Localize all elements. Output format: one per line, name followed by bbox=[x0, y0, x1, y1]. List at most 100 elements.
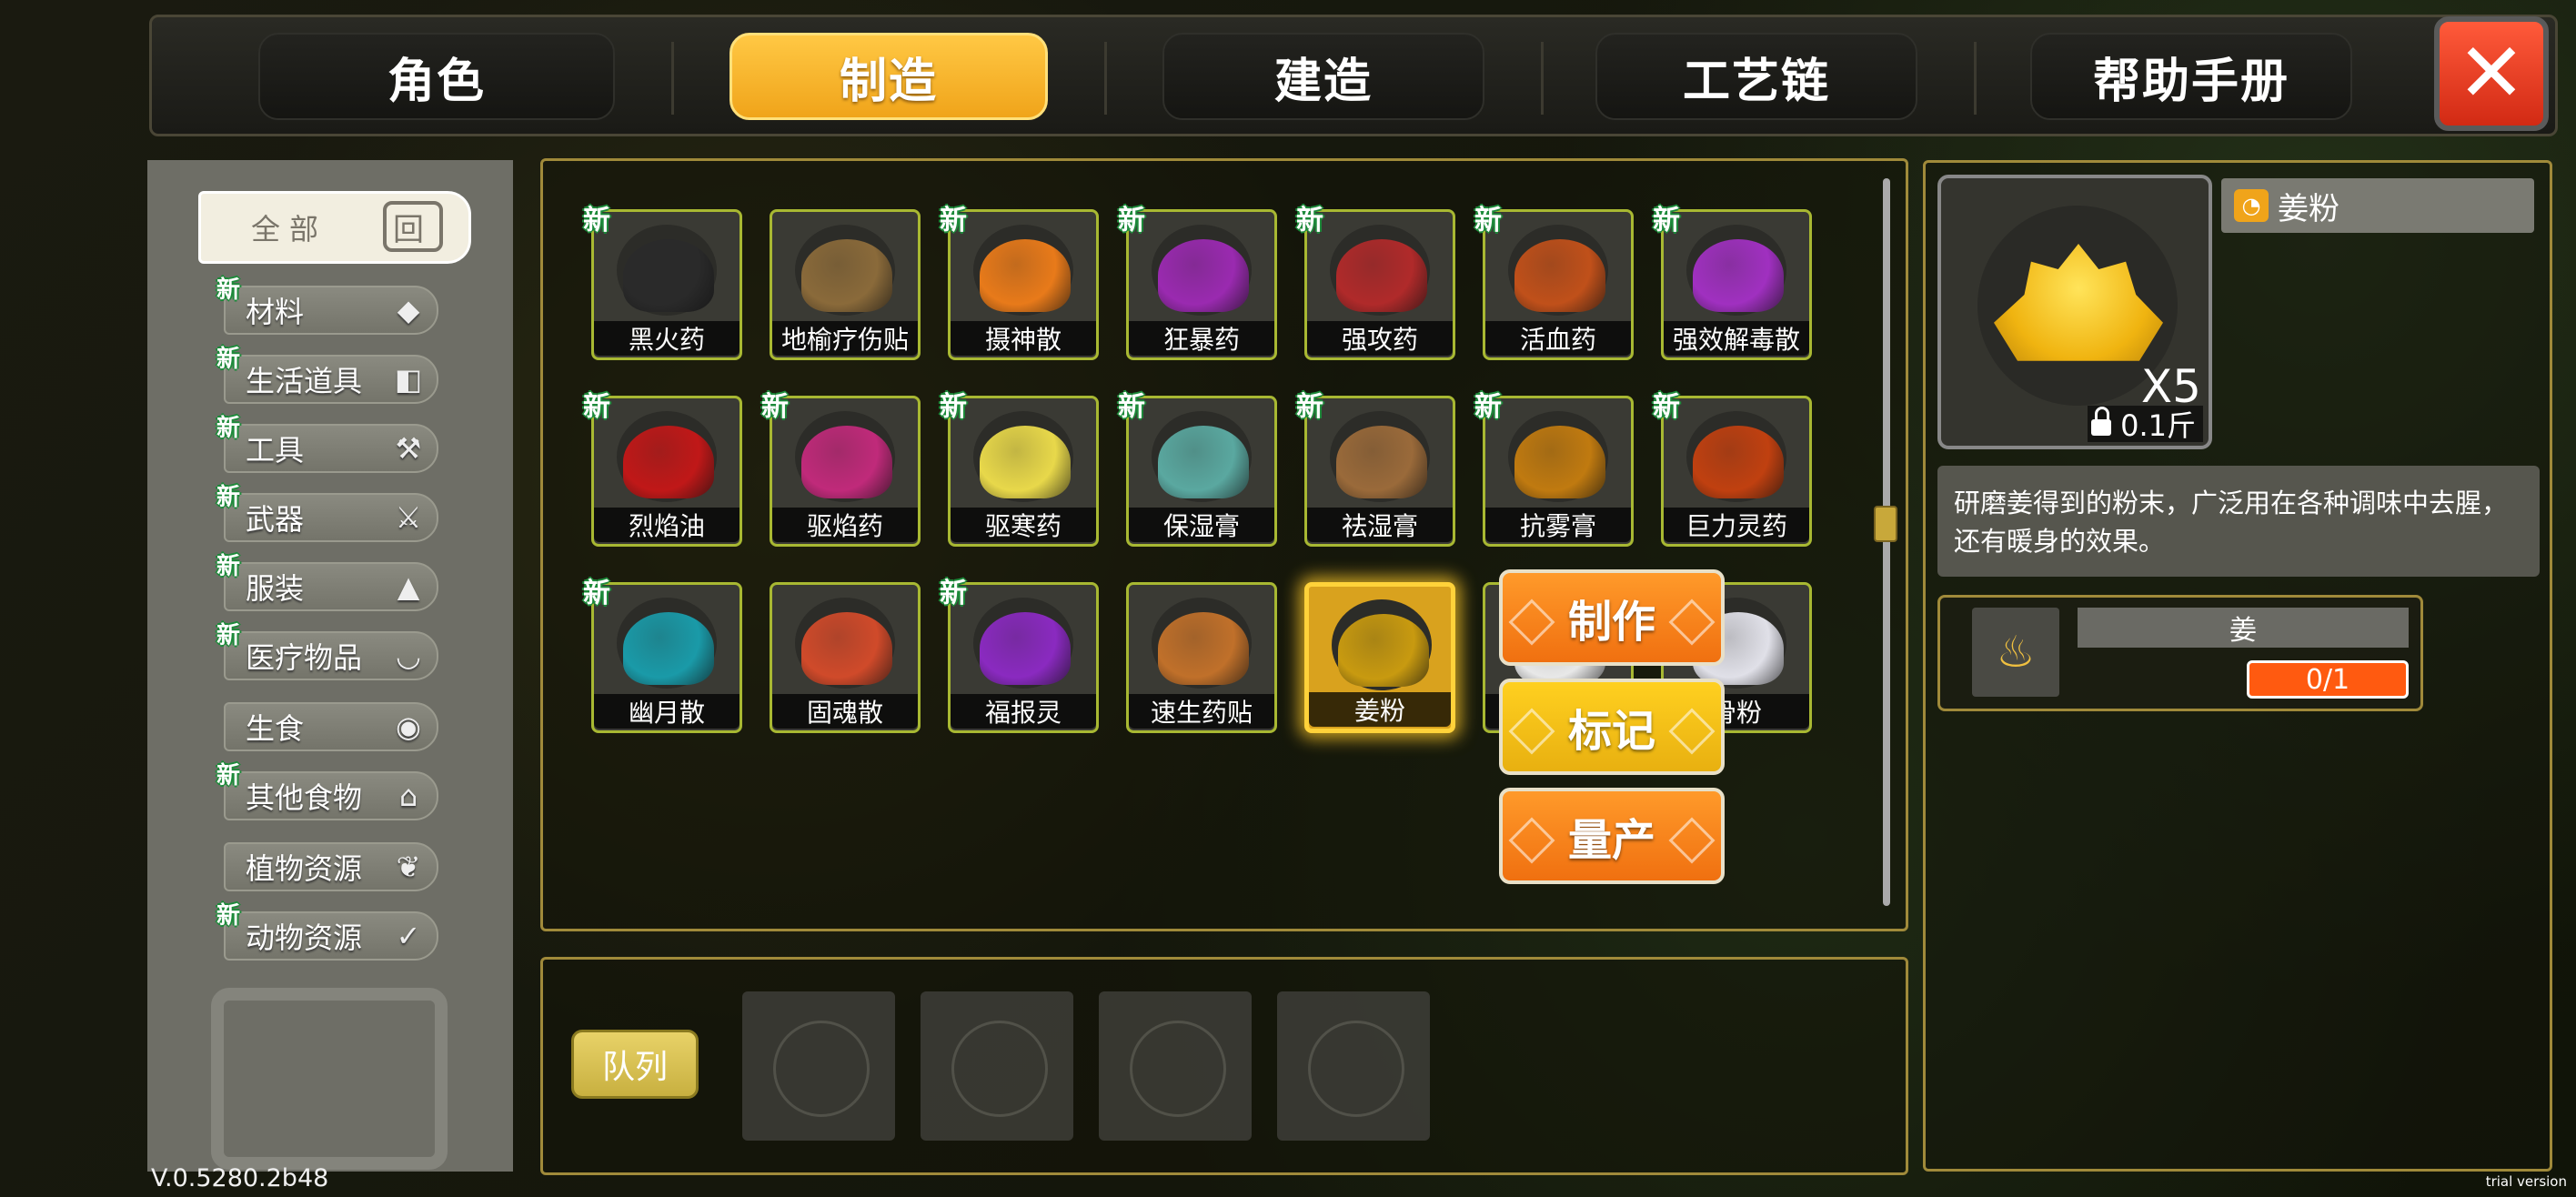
category-raw-food[interactable]: 生食 ◉ bbox=[224, 702, 438, 751]
item-label: 固魂散 bbox=[772, 694, 918, 729]
food-icon: ⌂ bbox=[398, 779, 418, 813]
new-badge: 新 bbox=[216, 484, 241, 511]
grid-scrollbar-thumb[interactable] bbox=[1874, 506, 1897, 542]
category-daily-tools[interactable]: 新 生活道具 ◧ bbox=[216, 346, 438, 404]
item-label: 巨力灵药 bbox=[1664, 508, 1809, 542]
animal-icon: ✓ bbox=[396, 919, 421, 953]
category-animal-resources[interactable]: 新 动物资源 ✓ bbox=[216, 902, 438, 961]
recipe-item[interactable]: 新保湿膏 bbox=[1118, 391, 1277, 547]
recipe-item[interactable]: 地榆疗伤贴 bbox=[770, 209, 921, 360]
queue-slot[interactable] bbox=[742, 991, 895, 1141]
item-icon bbox=[1336, 426, 1427, 498]
recipe-item[interactable]: 新驱焰药 bbox=[761, 391, 921, 547]
recipe-item[interactable]: 新幽月散 bbox=[583, 578, 742, 733]
recipe-item[interactable]: 新抗雾膏 bbox=[1474, 391, 1634, 547]
item-label: 强攻药 bbox=[1307, 321, 1453, 356]
button-ornament bbox=[1668, 708, 1716, 755]
item-label: 摄神散 bbox=[951, 321, 1096, 356]
category-weapons[interactable]: 新 武器 ⚔ bbox=[216, 484, 438, 542]
queue-slot[interactable] bbox=[921, 991, 1073, 1141]
category-medical[interactable]: 新 医疗物品 ◡ bbox=[216, 622, 438, 680]
category-label: 工具 bbox=[246, 433, 305, 468]
craft-button[interactable]: 制作 bbox=[1499, 569, 1725, 666]
category-plant-resources[interactable]: 植物资源 ❦ bbox=[224, 842, 438, 891]
ingredient-count: 0/1 bbox=[2247, 660, 2409, 699]
category-clothing[interactable]: 新 服装 ▲ bbox=[216, 553, 438, 611]
item-label: 狂暴药 bbox=[1129, 321, 1274, 356]
new-badge: 新 bbox=[761, 391, 789, 423]
recipe-item[interactable]: 固魂散 bbox=[770, 582, 921, 733]
category-tools[interactable]: 新 工具 ⚒ bbox=[216, 415, 438, 473]
new-badge: 新 bbox=[216, 277, 241, 304]
button-ornament bbox=[1668, 598, 1716, 646]
button-ornament bbox=[1508, 817, 1555, 864]
item-preview: X5 0.1斤 bbox=[1937, 175, 2212, 449]
weight-icon bbox=[2091, 407, 2112, 436]
clothes-icon: ▲ bbox=[397, 569, 420, 604]
recipe-item[interactable]: 新摄神散 bbox=[940, 205, 1099, 360]
category-materials[interactable]: 新 材料 ◆ bbox=[216, 277, 438, 335]
tab-separator bbox=[1974, 42, 1977, 115]
tab-character[interactable]: 角色 bbox=[258, 33, 615, 120]
material-icon: ◆ bbox=[397, 293, 420, 327]
item-icon bbox=[1336, 239, 1427, 312]
category-other-food[interactable]: 新 其他食物 ⌂ bbox=[216, 762, 438, 820]
ginger-icon[interactable]: ♨ bbox=[1972, 608, 2059, 697]
item-label: 福报灵 bbox=[951, 694, 1096, 729]
item-icon bbox=[1693, 239, 1784, 312]
category-all[interactable]: 全部 回 bbox=[198, 191, 471, 264]
item-label: 祛湿膏 bbox=[1307, 508, 1453, 542]
tab-process-chain[interactable]: 工艺链 bbox=[1595, 33, 1917, 120]
mass-produce-button[interactable]: 量产 bbox=[1499, 788, 1725, 884]
close-button[interactable]: ✕ bbox=[2434, 16, 2549, 131]
item-icon bbox=[980, 239, 1071, 312]
queue-slot[interactable] bbox=[1099, 991, 1252, 1141]
recipe-item[interactable]: 新活血药 bbox=[1474, 205, 1634, 360]
new-badge: 新 bbox=[940, 578, 967, 609]
mark-button[interactable]: 标记 bbox=[1499, 679, 1725, 775]
item-icon bbox=[980, 612, 1071, 685]
new-badge: 新 bbox=[1296, 391, 1323, 423]
category-label: 其他食物 bbox=[246, 780, 363, 815]
button-ornament bbox=[1508, 598, 1555, 646]
item-name: 姜粉 bbox=[2278, 190, 2340, 227]
recipe-item[interactable]: 新驱寒药 bbox=[940, 391, 1099, 547]
new-badge: 新 bbox=[1474, 391, 1502, 423]
tab-build[interactable]: 建造 bbox=[1162, 33, 1484, 120]
tab-craft[interactable]: 制造 bbox=[730, 33, 1048, 120]
tab-separator bbox=[1541, 42, 1544, 115]
item-icon bbox=[623, 426, 714, 498]
new-badge: 新 bbox=[583, 391, 610, 423]
recipe-item[interactable]: 速生药贴 bbox=[1126, 582, 1277, 733]
recipe-item[interactable]: 新黑火药 bbox=[583, 205, 742, 360]
category-label: 动物资源 bbox=[246, 920, 363, 955]
item-icon bbox=[623, 239, 714, 312]
item-icon bbox=[801, 426, 892, 498]
recipe-item[interactable]: 新福报灵 bbox=[940, 578, 1099, 733]
tab-separator bbox=[671, 42, 674, 115]
recipe-item[interactable]: 新烈焰油 bbox=[583, 391, 742, 547]
recipe-item[interactable]: 新祛湿膏 bbox=[1296, 391, 1455, 547]
recipe-item[interactable]: 姜粉 bbox=[1304, 582, 1455, 733]
item-label: 烈焰油 bbox=[594, 508, 740, 542]
craft-label: 制作 bbox=[1567, 597, 1655, 648]
recipe-item[interactable]: 新狂暴药 bbox=[1118, 205, 1277, 360]
new-badge: 新 bbox=[583, 205, 610, 236]
grid-scrollbar[interactable] bbox=[1883, 178, 1890, 906]
recipe-item[interactable]: 新强效解毒散 bbox=[1653, 205, 1812, 360]
category-label: 生活道具 bbox=[246, 364, 363, 398]
item-label: 黑火药 bbox=[594, 321, 740, 356]
button-ornament bbox=[1508, 708, 1555, 755]
item-icon bbox=[980, 426, 1071, 498]
item-icon bbox=[623, 612, 714, 685]
tab-help-manual[interactable]: 帮助手册 bbox=[2030, 33, 2352, 120]
item-icon bbox=[1693, 426, 1784, 498]
queue-slot[interactable] bbox=[1277, 991, 1430, 1141]
recipe-item[interactable]: 新巨力灵药 bbox=[1653, 391, 1812, 547]
queue-button[interactable]: 队列 bbox=[571, 1030, 699, 1099]
recipe-item[interactable]: 新强攻药 bbox=[1296, 205, 1455, 360]
item-label: 活血药 bbox=[1485, 321, 1631, 356]
item-icon bbox=[1158, 612, 1249, 685]
item-label: 幽月散 bbox=[594, 694, 740, 729]
category-label: 武器 bbox=[246, 502, 305, 537]
